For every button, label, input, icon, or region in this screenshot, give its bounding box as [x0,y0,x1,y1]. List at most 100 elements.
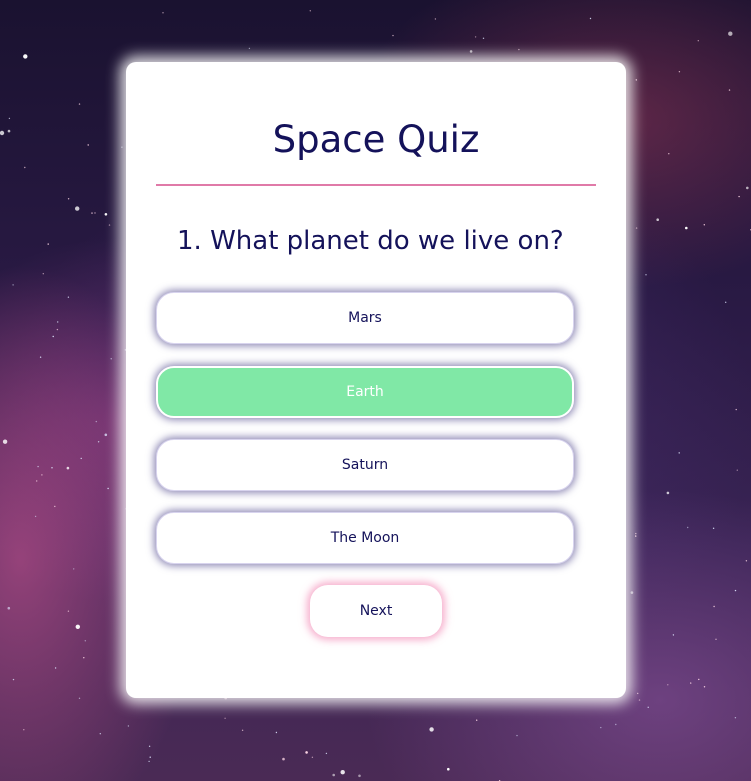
star [241,729,244,731]
answer-option-the-moon[interactable]: The Moon [156,512,574,564]
star [516,734,518,737]
star [104,213,108,216]
star [148,745,151,747]
star [305,751,308,754]
star [91,212,93,214]
star [80,457,82,460]
star [108,224,111,226]
star [630,591,634,594]
star [340,770,345,775]
star [637,692,639,695]
star [75,206,80,211]
star [87,144,89,146]
star [54,505,56,508]
star [518,48,520,51]
star [685,226,688,230]
star [57,321,59,323]
star [110,358,112,360]
star [51,467,53,469]
star [275,731,278,734]
star [42,273,44,275]
star [698,678,700,681]
quiz-card: Space Quiz 1. What planet do we live on?… [126,62,626,698]
star [224,717,226,719]
star [282,757,285,761]
star [645,274,647,276]
star [99,733,102,735]
star [67,198,70,200]
star [56,328,59,331]
star [325,752,328,755]
star [47,243,49,245]
star [647,706,649,708]
star [678,452,680,454]
star [615,723,617,726]
star [12,678,15,681]
question-text: 1. What planet do we live on? [177,226,564,256]
star [738,195,740,198]
star [672,634,675,636]
star [635,227,638,229]
star [735,408,737,411]
star [23,54,28,59]
star [474,36,477,38]
answer-option-mars[interactable]: Mars [156,292,574,344]
star [434,18,437,20]
star [635,532,637,535]
star [78,697,81,699]
star [7,129,11,133]
star [687,526,689,529]
star [447,767,450,771]
star [666,491,670,495]
star [635,79,637,81]
star [36,480,38,482]
star [678,71,681,73]
answer-option-saturn[interactable]: Saturn [156,439,574,491]
star [39,356,42,358]
star [725,301,727,303]
star [0,130,5,136]
star [482,37,485,39]
next-button[interactable]: Next [310,585,442,637]
star [54,667,57,669]
star [469,50,473,53]
star [127,725,130,727]
star [736,469,738,471]
star [638,699,641,701]
star [728,31,733,36]
star [332,773,336,777]
star [34,515,37,518]
star [703,686,706,688]
star [149,756,151,758]
star [7,606,11,610]
star [713,605,715,608]
star [690,682,692,684]
star [12,284,14,286]
star [78,103,81,105]
star [697,40,699,42]
star [24,166,26,169]
star [600,726,602,729]
star [309,10,311,12]
star [104,433,108,437]
quiz-title: Space Quiz [272,118,480,161]
star [67,296,70,298]
star [67,610,70,612]
star [392,34,394,37]
star [635,535,637,537]
star [703,224,705,226]
star [83,657,85,659]
star [8,117,11,120]
star [73,568,75,570]
title-divider [156,184,596,186]
star [94,212,96,214]
star [712,527,715,529]
star [37,465,39,468]
star [589,17,592,20]
star [52,335,54,338]
star [746,186,749,190]
star [23,729,25,731]
star [41,474,43,476]
answer-option-earth[interactable]: Earth [156,366,574,418]
star [311,756,314,758]
